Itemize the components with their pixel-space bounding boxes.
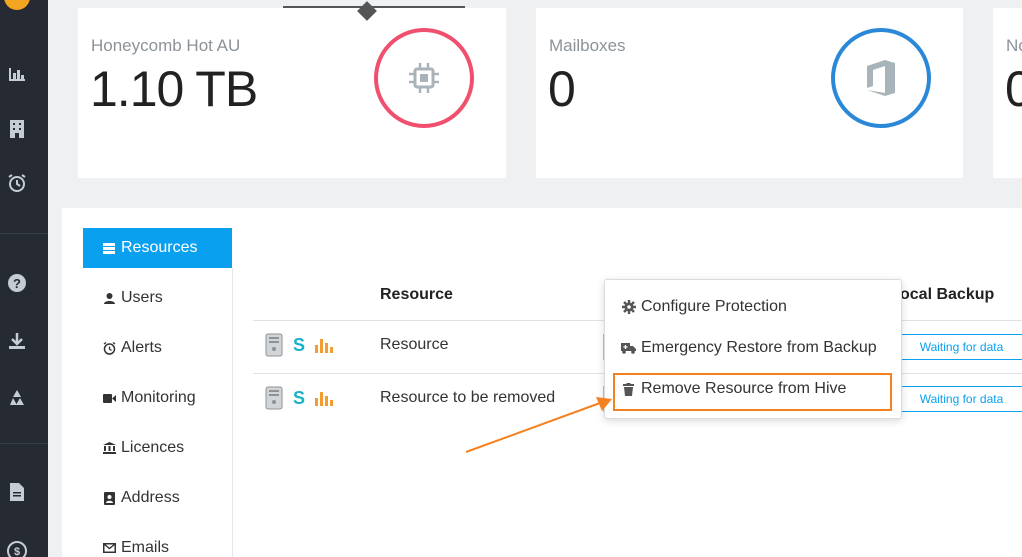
- card-label: Honeycomb Hot AU: [91, 36, 241, 55]
- sub-navigation: Resources Users Alerts Monitoring Licenc…: [83, 228, 233, 557]
- envelope-icon: [101, 543, 117, 553]
- svg-text:?: ?: [13, 276, 21, 291]
- server-icon: [265, 333, 283, 362]
- menu-label: Configure Protection: [641, 298, 787, 315]
- stat-card-mailboxes: Mailboxes 0: [536, 8, 963, 178]
- nav-item-users[interactable]: Users: [83, 278, 232, 318]
- nav-label: Emails: [121, 539, 170, 556]
- bank-icon: [101, 442, 117, 454]
- recycle-icon[interactable]: [6, 387, 28, 409]
- help-icon[interactable]: ?: [6, 272, 28, 294]
- nav-item-emails[interactable]: Emails: [83, 528, 232, 557]
- logo-icon: [4, 0, 30, 10]
- user-icon: [101, 292, 117, 304]
- shield-s-icon: S: [291, 335, 307, 360]
- column-header-resource[interactable]: Resource: [380, 286, 453, 304]
- tooltip-arrow: [357, 1, 377, 21]
- card-label: Mailboxes: [549, 36, 626, 55]
- card-value: 1.10 TB: [90, 61, 258, 117]
- stat-card-storage: Honeycomb Hot AU 1.10 TB: [78, 1, 506, 178]
- annotation-highlight: [613, 373, 892, 411]
- building-icon[interactable]: [6, 118, 28, 140]
- card-value: 0: [548, 61, 576, 117]
- bar-chart-icon[interactable]: [6, 63, 28, 85]
- document-icon[interactable]: [6, 481, 28, 503]
- nav-item-alerts[interactable]: Alerts: [83, 328, 232, 368]
- stats-icon: [315, 390, 333, 411]
- status-badge: Waiting for data: [900, 386, 1022, 412]
- status-badge: Waiting for data: [900, 334, 1022, 360]
- svg-text:S: S: [293, 388, 305, 408]
- card-label: No: [1006, 36, 1022, 55]
- dollar-icon[interactable]: $: [6, 540, 28, 557]
- download-icon[interactable]: [6, 330, 28, 352]
- contact-card-icon: [101, 491, 117, 505]
- office-icon: [831, 28, 931, 128]
- nav-label: Monitoring: [121, 389, 196, 406]
- card-value: 0: [1005, 61, 1022, 117]
- chip-icon: [374, 28, 474, 128]
- stats-icon: [315, 337, 333, 358]
- menu-item-emergency-restore[interactable]: Emergency Restore from Backup: [621, 339, 877, 357]
- nav-item-licences[interactable]: Licences: [83, 428, 232, 468]
- alarm-icon: [101, 341, 117, 355]
- menu-label: Emergency Restore from Backup: [641, 339, 877, 356]
- server-icon: [265, 386, 283, 415]
- row-icons: S: [265, 333, 333, 362]
- nav-item-resources[interactable]: Resources: [83, 228, 232, 268]
- column-header-local-backup[interactable]: ocal Backup: [900, 286, 994, 304]
- nav-label: Users: [121, 289, 163, 306]
- row-icons: S: [265, 386, 333, 415]
- ambulance-icon: [621, 342, 636, 354]
- gear-icon: [621, 300, 636, 314]
- nav-item-address[interactable]: Address: [83, 478, 232, 518]
- nav-label: Licences: [121, 439, 185, 456]
- stat-card-partial: No 0: [993, 8, 1022, 178]
- nav-label: Alerts: [121, 339, 162, 356]
- svg-text:S: S: [293, 335, 305, 355]
- nav-label: Resources: [121, 239, 198, 256]
- shield-s-icon: S: [291, 388, 307, 413]
- menu-item-configure-protection[interactable]: Configure Protection: [621, 298, 787, 316]
- left-rail: ? $: [0, 0, 48, 557]
- list-icon: [101, 242, 117, 254]
- resource-name[interactable]: Resource: [380, 336, 448, 354]
- annotation-arrow: [465, 397, 612, 453]
- nav-label: Address: [121, 489, 180, 506]
- alarm-clock-icon[interactable]: [6, 172, 28, 194]
- svg-text:$: $: [14, 546, 20, 557]
- video-icon: [101, 393, 117, 403]
- nav-item-monitoring[interactable]: Monitoring: [83, 378, 232, 418]
